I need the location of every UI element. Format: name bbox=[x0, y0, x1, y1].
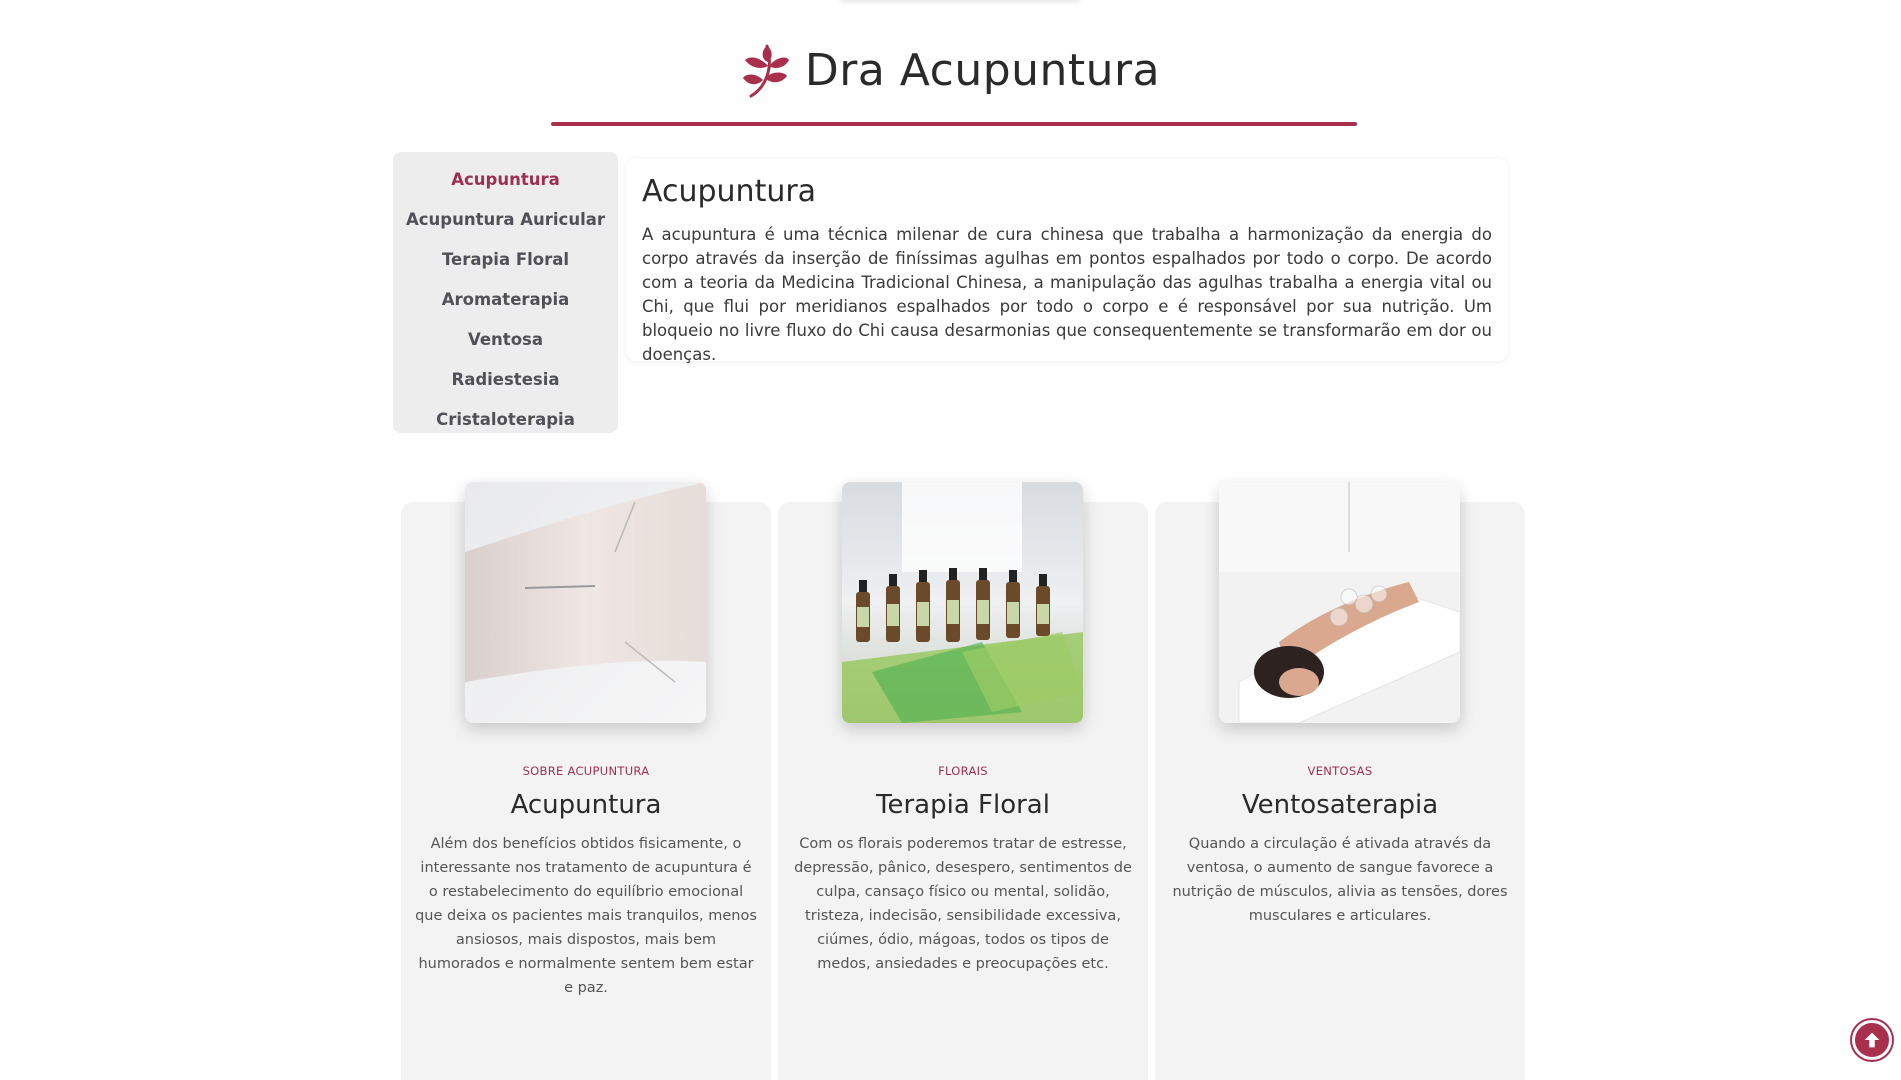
sidebar-item-radiestesia[interactable]: Radiestesia bbox=[393, 360, 618, 400]
card-acupuntura: SOBRE ACUPUNTURA Acupuntura Além dos ben… bbox=[401, 482, 771, 1080]
card-title: Ventosaterapia bbox=[1241, 790, 1439, 820]
card-text: Quando a circulação é ativada através da… bbox=[1172, 836, 1508, 924]
arrow-up-icon bbox=[1864, 1032, 1880, 1048]
services-cards: SOBRE ACUPUNTURA Acupuntura Além dos ben… bbox=[393, 482, 1525, 1080]
cupping-therapy-image bbox=[1219, 482, 1460, 723]
card-text: Com os florais poderemos tratar de estre… bbox=[794, 836, 1132, 972]
card-image-ventosaterapia bbox=[1219, 482, 1460, 723]
content-panel: Acupuntura A acupuntura é uma técnica mi… bbox=[626, 158, 1508, 364]
content-text: A acupuntura é uma técnica milenar de cu… bbox=[642, 225, 1492, 364]
sidebar-item-acupuntura-auricular[interactable]: Acupuntura Auricular bbox=[393, 200, 618, 240]
sidebar-item-ventosa[interactable]: Ventosa bbox=[393, 320, 618, 360]
sidebar-item-aromaterapia[interactable]: Aromaterapia bbox=[393, 280, 618, 320]
back-to-top-button[interactable] bbox=[1852, 1020, 1892, 1060]
card-image-acupuntura bbox=[465, 482, 706, 723]
sidebar-item-terapia-floral[interactable]: Terapia Floral bbox=[393, 240, 618, 280]
card-eyebrow: VENTOSAS bbox=[1307, 764, 1373, 778]
card-title: Acupuntura bbox=[510, 790, 662, 820]
treatments-sidebar: Acupuntura Acupuntura Auricular Terapia … bbox=[393, 152, 618, 433]
card-eyebrow: SOBRE ACUPUNTURA bbox=[522, 764, 650, 778]
leaf-branch-icon bbox=[742, 44, 789, 98]
floral-bottles-image bbox=[842, 482, 1083, 723]
card-eyebrow: FLORAIS bbox=[938, 764, 988, 778]
wrist-needles-image bbox=[465, 482, 706, 723]
site-title[interactable]: Dra Acupuntura bbox=[805, 45, 1160, 96]
sidebar-item-cristaloterapia[interactable]: Cristaloterapia bbox=[393, 400, 618, 440]
header-divider bbox=[551, 122, 1357, 126]
sidebar-item-acupuntura[interactable]: Acupuntura bbox=[393, 160, 618, 200]
content-title: Acupuntura bbox=[642, 174, 817, 209]
site-header: Dra Acupuntura bbox=[0, 40, 1901, 100]
card-ventosaterapia: VENTOSAS Ventosaterapia Quando a circula… bbox=[1155, 482, 1525, 1080]
card-title: Terapia Floral bbox=[876, 790, 1050, 820]
card-image-terapia-floral bbox=[842, 482, 1083, 723]
card-terapia-floral: FLORAIS Terapia Floral Com os florais po… bbox=[778, 482, 1148, 1080]
card-text: Além dos benefícios obtidos fisicamente,… bbox=[415, 836, 757, 996]
